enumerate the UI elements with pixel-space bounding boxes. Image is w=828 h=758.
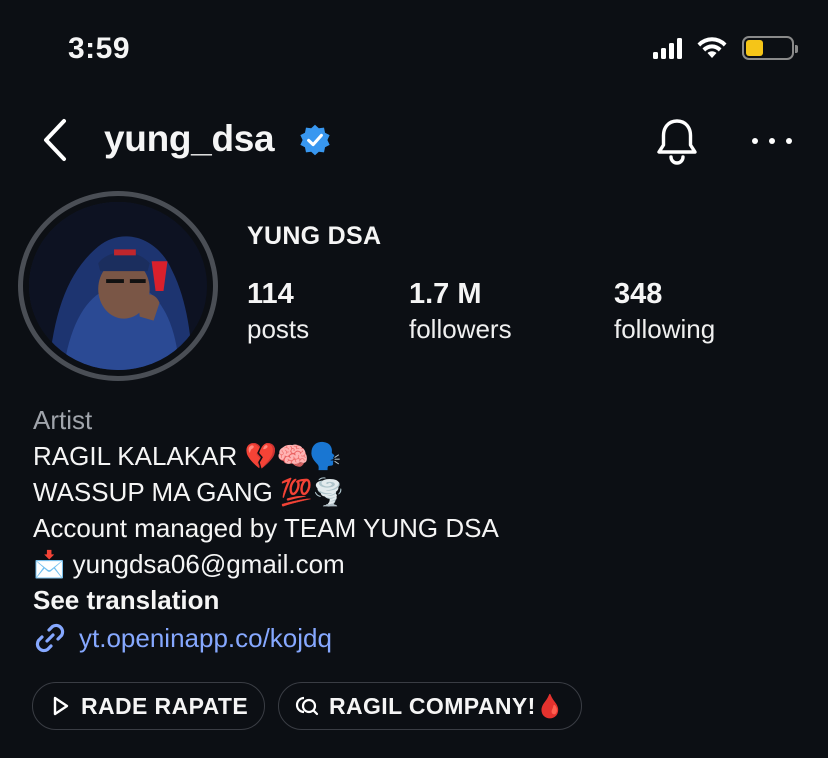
- battery-level: [746, 40, 763, 56]
- stat-following[interactable]: 348 following: [614, 278, 715, 345]
- more-dot: [752, 138, 758, 144]
- play-icon: [53, 696, 69, 716]
- profile-link-text[interactable]: yt.openinapp.co/kojdq: [79, 620, 332, 656]
- bio-line: WASSUP MA GANG 💯🌪️: [33, 477, 345, 507]
- avatar-photo: [29, 202, 207, 370]
- verified-badge-icon: [300, 124, 330, 156]
- more-options-button[interactable]: [752, 126, 792, 156]
- link-icon: [35, 623, 65, 653]
- posts-label: posts: [247, 314, 310, 344]
- more-dot: [769, 138, 775, 144]
- highlight-chip-ragil-company[interactable]: RAGIL COMPANY!🩸: [278, 682, 582, 730]
- profile-avatar[interactable]: [29, 202, 207, 370]
- battery-icon: [742, 36, 798, 60]
- chevron-left-icon: [44, 119, 66, 161]
- bio-category: Artist: [33, 405, 93, 435]
- followers-count: 1.7 M: [409, 278, 482, 310]
- stat-followers[interactable]: 1.7 M followers: [409, 278, 512, 345]
- bell-icon: [657, 119, 697, 165]
- chip-label: RAGIL COMPANY!🩸: [329, 692, 565, 719]
- bio-email[interactable]: 📩 yungdsa06@gmail.com: [33, 546, 813, 582]
- followers-label: followers: [409, 314, 512, 344]
- wifi-icon: [697, 37, 727, 58]
- stat-posts[interactable]: 114 posts: [247, 278, 309, 345]
- status-indicators: [653, 36, 798, 60]
- profile-bio: Artist RAGIL KALAKAR 💔🧠🗣️ WASSUP MA GANG…: [33, 402, 813, 656]
- highlight-chip-rade-rapate[interactable]: RADE RAPATE: [32, 682, 266, 730]
- see-translation-button[interactable]: See translation: [33, 582, 813, 618]
- threads-icon: [295, 696, 319, 716]
- back-button[interactable]: [40, 118, 72, 162]
- display-name: YUNG DSA: [247, 222, 382, 250]
- notifications-button[interactable]: [654, 116, 700, 166]
- bio-line: Account managed by TEAM YUNG DSA: [33, 513, 499, 543]
- status-time: 3:59: [68, 32, 131, 65]
- bio-line: RAGIL KALAKAR 💔🧠🗣️: [33, 441, 342, 471]
- following-count: 348: [614, 278, 663, 310]
- profile-link[interactable]: yt.openinapp.co/kojdq: [33, 620, 813, 656]
- posts-count: 114: [247, 278, 294, 310]
- cellular-signal-icon: [653, 37, 682, 59]
- profile-username: yung_dsa: [104, 118, 275, 159]
- story-ring[interactable]: [18, 191, 218, 381]
- chip-label: RADE RAPATE: [81, 692, 249, 719]
- following-label: following: [614, 314, 716, 344]
- more-dot: [786, 138, 792, 144]
